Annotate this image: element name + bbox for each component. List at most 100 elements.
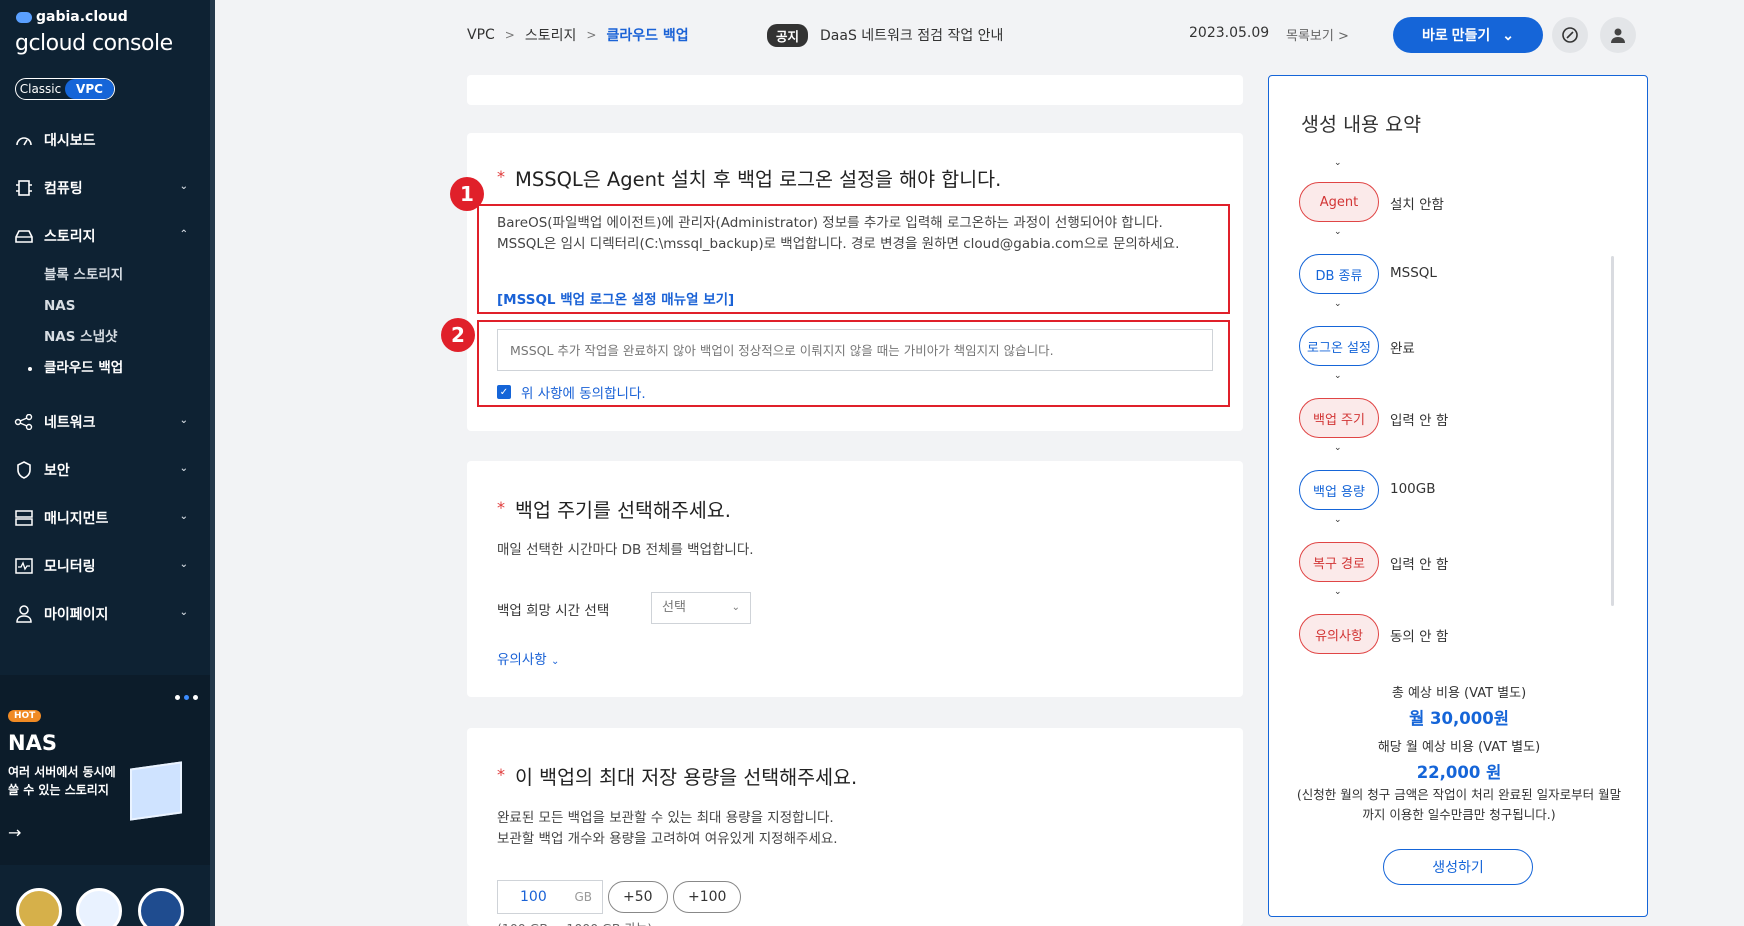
chevron-down-icon: ⌄ [179, 559, 188, 570]
monitoring-icon [14, 557, 34, 575]
mssql-desc-2: MSSQL은 임시 디렉터리(C:\mssql_backup)로 백업합니다. … [497, 236, 1180, 252]
user-icon [14, 605, 34, 623]
storage-cube-icon [130, 761, 182, 821]
promo-title: NAS [8, 731, 57, 755]
backup-time-select[interactable]: 선택 ⌄ [651, 592, 751, 624]
notice-list-link[interactable]: 목록보기 > [1286, 25, 1349, 44]
manual-link[interactable]: [MSSQL 백업 로그온 설정 매뉴얼 보기] [497, 288, 734, 308]
quick-create-button[interactable]: 바로 만들기 ⌄ [1393, 17, 1543, 53]
capacity-input[interactable]: 100 GB [497, 880, 603, 914]
sidebar-item-dashboard[interactable]: 대시보드 [0, 116, 210, 164]
sidebar-sub-nas-snapshot[interactable]: NAS 스냅샷 [44, 322, 210, 353]
plus-100-button[interactable]: +100 [673, 881, 742, 913]
sidebar-nav: 대시보드 컴퓨팅 ⌄ 스토리지 ⌃ 블록 스토리지 NAS NAS 스냅샷 클라… [0, 116, 210, 638]
step-backup-capacity: 백업 용량 [1299, 470, 1379, 510]
checkbox-checked-icon[interactable]: ✓ [497, 385, 511, 399]
chevron-down-icon: ⌄ [550, 656, 560, 667]
arrow-down-icon: ⌄ [1334, 158, 1342, 168]
storage-submenu: 블록 스토리지 NAS NAS 스냅샷 클라우드 백업 [0, 260, 210, 384]
agreement-field[interactable] [497, 329, 1213, 371]
capacity-desc-2: 보관할 백업 개수와 용량을 고려하여 여유있게 지정해주세요. [497, 831, 838, 847]
plus-50-button[interactable]: +50 [608, 881, 668, 913]
sidebar-sub-cloud-backup[interactable]: 클라우드 백업 [28, 353, 210, 384]
arrow-down-icon: ⌄ [1334, 371, 1342, 381]
notice-link[interactable]: DaaS 네트워크 점검 작업 안내 [820, 25, 1003, 45]
chevron-down-icon: ⌄ [179, 463, 188, 474]
account-icon[interactable] [1600, 17, 1636, 53]
chevron-down-icon: ⌄ [179, 511, 188, 522]
step-caution-value: 동의 안 함 [1390, 629, 1449, 645]
step-db-type-value: MSSQL [1390, 265, 1437, 281]
capacity-desc-1: 완료된 모든 백업을 보관할 수 있는 최대 용량을 지정합니다. [497, 810, 834, 826]
network-icon [14, 413, 34, 431]
step-caution: 유의사항 [1299, 614, 1379, 654]
promo-text: 여러 서버에서 동시에 쓸 수 있는 스토리지 [8, 765, 116, 797]
sidebar: gabia.cloud gcloud console Classic VPC 대… [0, 0, 210, 926]
arrow-down-icon: ⌄ [1334, 515, 1342, 525]
create-button[interactable]: 생성하기 [1383, 849, 1533, 885]
sidebar-item-label: 대시보드 [44, 133, 96, 149]
cycle-desc: 매일 선택한 시간마다 DB 전체를 백업합니다. [497, 542, 754, 558]
sidebar-sub-nas[interactable]: NAS [44, 291, 210, 322]
console-toggle[interactable]: Classic VPC [15, 78, 115, 100]
breadcrumb-storage[interactable]: 스토리지 [525, 25, 577, 45]
sidebar-item-network[interactable]: 네트워크 ⌄ [0, 398, 210, 446]
toggle-vpc[interactable]: VPC [65, 79, 114, 99]
month-cost-value: 22,000 원 [1416, 763, 1502, 782]
sidebar-sub-block-storage[interactable]: 블록 스토리지 [44, 260, 210, 291]
marker-2: 2 [441, 318, 475, 352]
backup-capacity-card: * 이 백업의 최대 저장 용량을 선택해주세요. 완료된 모든 백업을 보관할 … [467, 728, 1243, 926]
summary-scrollbar[interactable] [1611, 256, 1614, 606]
arrow-down-icon: ⌄ [1334, 587, 1342, 597]
arrow-down-icon: ⌄ [1334, 227, 1342, 237]
step-restore-path-value: 입력 안 함 [1390, 557, 1449, 573]
arrow-down-icon: ⌄ [1334, 299, 1342, 309]
step-backup-cycle: 백업 주기 [1299, 398, 1379, 438]
sidebar-item-monitoring[interactable]: 모니터링 ⌄ [0, 542, 210, 590]
mssql-notice-card: * MSSQL은 Agent 설치 후 백업 로그온 설정을 해야 합니다. 1 … [441, 133, 1243, 431]
step-restore-path: 복구 경로 [1299, 542, 1379, 582]
breadcrumb-vpc[interactable]: VPC [467, 27, 495, 43]
month-cost: 해당 월 예상 비용 (VAT 별도) 22,000 원 (신청한 월의 청구 … [1269, 736, 1649, 825]
cost-note: (신청한 월의 청구 금액은 작업이 처리 완료된 일자로부터 월말까지 이용한… [1296, 787, 1622, 822]
breadcrumb-current: 클라우드 백업 [606, 28, 689, 44]
sidebar-scrollbar[interactable] [210, 0, 215, 926]
chat-icon[interactable] [1552, 17, 1588, 53]
certification-badges [0, 870, 210, 926]
total-cost: 총 예상 비용 (VAT 별도) 월 30,000원 [1269, 682, 1649, 729]
sidebar-item-storage[interactable]: 스토리지 ⌃ [0, 212, 210, 260]
arrow-down-icon: ⌄ [1334, 443, 1342, 453]
step-agent: Agent [1299, 182, 1379, 222]
brand-name: gabia.cloud [36, 9, 128, 25]
product-name[interactable]: gcloud console [15, 31, 173, 56]
arrow-right-icon[interactable]: → [8, 823, 21, 842]
agree-label[interactable]: 위 사항에 동의합니다. [521, 382, 646, 402]
breadcrumb-separator-icon: > [504, 28, 515, 42]
sidebar-item-management[interactable]: 매니지먼트 ⌄ [0, 494, 210, 542]
toggle-classic[interactable]: Classic [16, 79, 65, 99]
award-badge-icon [16, 888, 62, 926]
sidebar-item-security[interactable]: 보안 ⌄ [0, 446, 210, 494]
caution-toggle[interactable]: 유의사항 ⌄ [497, 648, 559, 668]
carousel-dots[interactable] [175, 695, 198, 700]
chevron-down-icon: ⌄ [731, 602, 740, 613]
marker-1: 1 [450, 177, 484, 211]
mssql-desc-1: BareOS(파일백업 에이전트)에 관리자(Administrator) 정보… [497, 215, 1163, 231]
cloud-icon [16, 11, 32, 23]
promo-banner[interactable]: HOT NAS 여러 서버에서 동시에 쓸 수 있는 스토리지 → [0, 675, 210, 865]
breadcrumb: VPC > 스토리지 > 클라우드 백업 [467, 25, 689, 45]
csap-badge-icon [138, 888, 184, 926]
sidebar-item-computing[interactable]: 컴퓨팅 ⌄ [0, 164, 210, 212]
capacity-range: (100 GB ~ 1000 GB 가능) [497, 918, 652, 926]
sidebar-item-mypage[interactable]: 마이페이지 ⌄ [0, 590, 210, 638]
chevron-up-icon: ⌃ [179, 229, 188, 240]
previous-section-card [467, 75, 1243, 105]
sidebar-item-label: 보안 [44, 463, 70, 479]
agree-checkbox-row[interactable]: ✓ 위 사항에 동의합니다. [497, 382, 646, 402]
step-backup-capacity-value: 100GB [1390, 481, 1436, 497]
brand-logo[interactable]: gabia.cloud [16, 9, 128, 25]
chevron-down-icon: ⌄ [179, 607, 188, 618]
notice-date: 2023.05.09 [1189, 25, 1270, 41]
breadcrumb-separator-icon: > [586, 28, 597, 42]
capacity-unit: GB [574, 890, 592, 904]
